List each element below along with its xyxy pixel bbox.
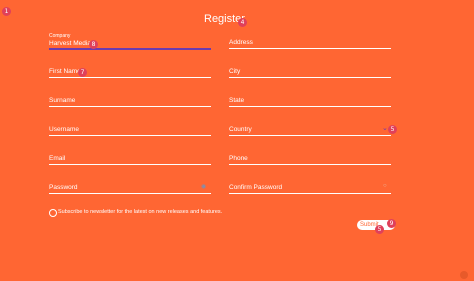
state-underline xyxy=(229,106,391,107)
confirm-password-label: Confirm Password xyxy=(229,184,283,191)
confirm-password-underline xyxy=(229,193,391,194)
annotation-badge: 5 xyxy=(375,225,384,234)
company-value[interactable]: Harvest Media xyxy=(49,40,91,47)
password-underline xyxy=(49,193,211,194)
show-password-icon[interactable]: ◉ xyxy=(201,183,206,190)
state-label: State xyxy=(229,97,245,104)
address-field[interactable]: Address xyxy=(229,39,391,49)
annotation-badge: 5 xyxy=(388,125,397,134)
state-field[interactable]: State xyxy=(229,97,391,107)
email-underline xyxy=(49,164,211,165)
company-label: Company xyxy=(49,33,71,39)
newsletter-label: Subscribe to newsletter for the latest o… xyxy=(58,209,223,215)
phone-underline xyxy=(229,164,391,165)
address-label: Address xyxy=(229,39,253,46)
country-select[interactable]: Country xyxy=(229,126,391,136)
annotation-badge: 1 xyxy=(2,7,11,16)
annotation-badge: 4 xyxy=(238,18,247,27)
surname-field[interactable]: Surname xyxy=(49,97,211,107)
first-name-label: First Name xyxy=(49,68,81,75)
company-underline xyxy=(49,48,211,50)
password-field[interactable]: Password xyxy=(49,184,211,194)
city-label: City xyxy=(229,68,241,75)
annotation-badge: 8 xyxy=(89,40,98,49)
phone-label: Phone xyxy=(229,155,248,162)
username-underline xyxy=(49,135,211,136)
email-field[interactable]: Email xyxy=(49,155,211,165)
surname-underline xyxy=(49,106,211,107)
annotation-badge: 7 xyxy=(78,68,87,77)
country-label: Country xyxy=(229,126,252,133)
corner-dot xyxy=(460,271,468,279)
first-name-field[interactable]: First Name xyxy=(49,68,211,78)
phone-field[interactable]: Phone xyxy=(229,155,391,165)
chevron-down-icon[interactable]: ⌄ xyxy=(382,124,388,132)
username-field[interactable]: Username xyxy=(49,126,211,136)
email-label: Email xyxy=(49,155,66,162)
password-label: Password xyxy=(49,184,78,191)
surname-label: Surname xyxy=(49,97,76,104)
city-field[interactable]: City xyxy=(229,68,391,78)
city-underline xyxy=(229,77,391,78)
confirm-password-field[interactable]: Confirm Password xyxy=(229,184,391,194)
first-name-underline xyxy=(49,77,211,78)
country-underline xyxy=(229,135,391,136)
show-confirm-password-icon[interactable]: ○ xyxy=(383,183,387,189)
address-underline xyxy=(229,48,391,49)
company-field[interactable]: Company Harvest Media xyxy=(49,33,211,50)
username-label: Username xyxy=(49,126,79,133)
annotation-badge: 9 xyxy=(387,219,396,228)
newsletter-checkbox[interactable] xyxy=(49,209,57,217)
